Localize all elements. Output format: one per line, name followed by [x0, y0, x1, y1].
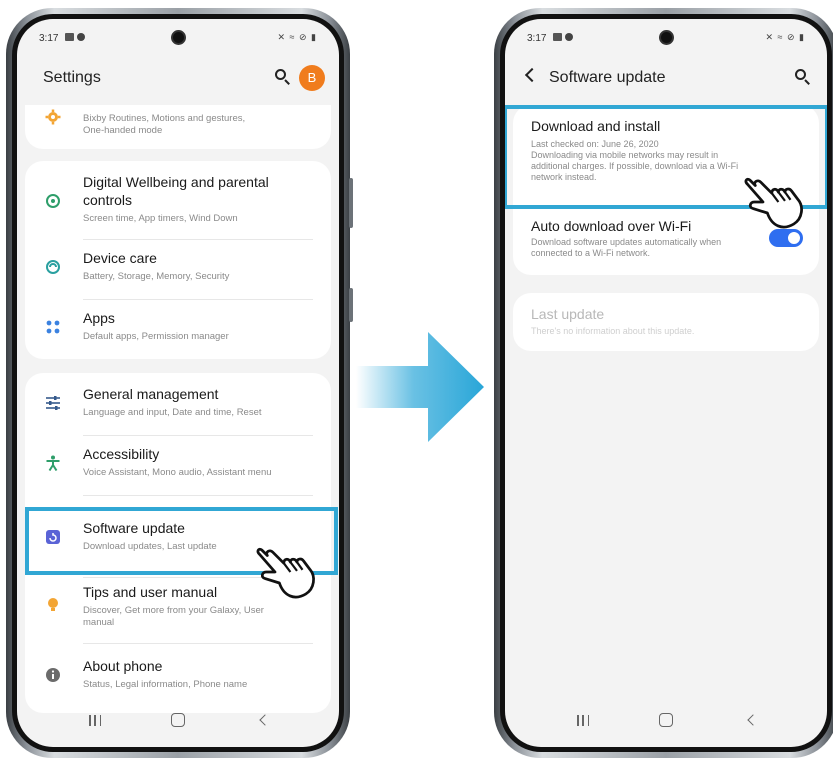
right-phone-bezel: 3:17 ✕ ≈ ⊘ ▮ Software update Download an… — [500, 14, 832, 752]
about-phone-subtitle: Status, Legal information, Phone name — [83, 679, 248, 690]
last-update-item[interactable]: Last update There's no information about… — [513, 305, 819, 343]
general-management-subtitle: Language and input, Date and time, Reset — [83, 407, 262, 418]
hand-pointer-icon — [744, 177, 803, 229]
left-phone-frame: 3:17 ✕ ≈ ⊘ ▮ Settings B Bixby Routines, … — [6, 8, 353, 758]
general-management-title: General management — [83, 386, 219, 402]
wellbeing-subtitle: Screen time, App timers, Wind Down — [83, 213, 238, 224]
message-notification-icon — [565, 33, 573, 41]
settings-item-general-management[interactable]: General management Language and input, D… — [25, 385, 331, 425]
notification-icons — [65, 33, 85, 41]
page-title: Settings — [43, 69, 101, 86]
info-icon — [46, 668, 60, 682]
recent-apps-button[interactable] — [577, 715, 589, 726]
settings-item-about-phone[interactable]: About phone Status, Legal information, P… — [25, 657, 331, 697]
divider — [83, 435, 313, 436]
sliders-icon — [46, 396, 60, 410]
settings-item-accessibility[interactable]: Accessibility Voice Assistant, Mono audi… — [25, 445, 331, 485]
settings-header: Settings B — [17, 57, 339, 97]
navigation-bar — [505, 709, 827, 733]
apps-grid-icon — [46, 320, 60, 334]
message-notification-icon — [77, 33, 85, 41]
back-arrow-icon[interactable] — [524, 67, 540, 83]
right-phone-frame: 3:17 ✕ ≈ ⊘ ▮ Software update Download an… — [494, 8, 833, 758]
status-time: 3:17 — [527, 33, 547, 44]
accessibility-subtitle: Voice Assistant, Mono audio, Assistant m… — [83, 467, 272, 478]
software-update-header: Software update — [505, 57, 827, 97]
gallery-notification-icon — [553, 33, 562, 41]
settings-item-digital-wellbeing[interactable]: Digital Wellbeing and parental controls … — [25, 173, 331, 231]
device-care-title: Device care — [83, 250, 157, 266]
lightbulb-icon — [48, 598, 58, 611]
advanced-features-card: Bixby Routines, Motions and gestures, On… — [25, 105, 331, 149]
settings-item-device-care[interactable]: Device care Battery, Storage, Memory, Se… — [25, 249, 331, 289]
last-update-title: Last update — [531, 306, 605, 322]
advanced-features-item[interactable]: Bixby Routines, Motions and gestures, On… — [25, 105, 331, 149]
status-time: 3:17 — [39, 33, 59, 44]
notification-icons — [553, 33, 573, 41]
right-arrow-icon — [356, 332, 484, 442]
front-camera — [659, 30, 674, 45]
software-update-screen: 3:17 ✕ ≈ ⊘ ▮ Software update Download an… — [505, 19, 827, 747]
apps-subtitle: Default apps, Permission manager — [83, 331, 229, 342]
home-button[interactable] — [171, 713, 185, 727]
auto-download-subtitle: Download software updates automatically … — [531, 237, 722, 258]
device-care-subtitle: Battery, Storage, Memory, Security — [83, 271, 230, 282]
about-phone-title: About phone — [83, 658, 163, 674]
wellbeing-icon — [46, 194, 60, 208]
back-button[interactable] — [259, 714, 271, 726]
status-bar: 3:17 ✕ ≈ ⊘ ▮ — [39, 29, 317, 49]
last-update-subtitle: There's no information about this update… — [531, 326, 695, 336]
divider — [83, 299, 313, 300]
wellbeing-title: Digital Wellbeing and parental controls — [83, 174, 269, 208]
avatar[interactable]: B — [299, 65, 325, 91]
accessibility-icon — [46, 455, 60, 471]
apps-title: Apps — [83, 310, 115, 326]
left-phone-bezel: 3:17 ✕ ≈ ⊘ ▮ Settings B Bixby Routines, … — [12, 14, 344, 752]
recent-apps-button[interactable] — [89, 715, 101, 726]
hand-pointer-icon — [256, 547, 315, 599]
volume-button — [349, 178, 353, 228]
status-bar: 3:17 ✕ ≈ ⊘ ▮ — [527, 29, 805, 49]
gallery-notification-icon — [65, 33, 74, 41]
last-update-card: Last update There's no information about… — [513, 293, 819, 351]
status-right-icons: ✕ ≈ ⊘ ▮ — [765, 32, 805, 42]
gear-icon — [45, 109, 61, 125]
settings-screen: 3:17 ✕ ≈ ⊘ ▮ Settings B Bixby Routines, … — [17, 19, 339, 747]
front-camera — [171, 30, 186, 45]
home-button[interactable] — [659, 713, 673, 727]
page-title: Software update — [549, 69, 666, 86]
status-right-icons: ✕ ≈ ⊘ ▮ — [277, 32, 317, 42]
search-icon[interactable] — [795, 69, 811, 85]
divider — [83, 239, 313, 240]
navigation-bar — [17, 709, 339, 733]
search-icon[interactable] — [275, 69, 291, 85]
settings-item-apps[interactable]: Apps Default apps, Permission manager — [25, 309, 331, 349]
settings-group-1: Digital Wellbeing and parental controls … — [25, 161, 331, 359]
tips-subtitle: Discover, Get more from your Galaxy, Use… — [83, 605, 264, 628]
power-button — [349, 288, 353, 322]
device-care-icon — [46, 260, 60, 274]
back-button[interactable] — [747, 714, 759, 726]
advanced-features-subtitle: Bixby Routines, Motions and gestures, On… — [83, 113, 246, 136]
accessibility-title: Accessibility — [83, 446, 160, 462]
divider — [83, 495, 313, 496]
divider — [83, 643, 313, 644]
